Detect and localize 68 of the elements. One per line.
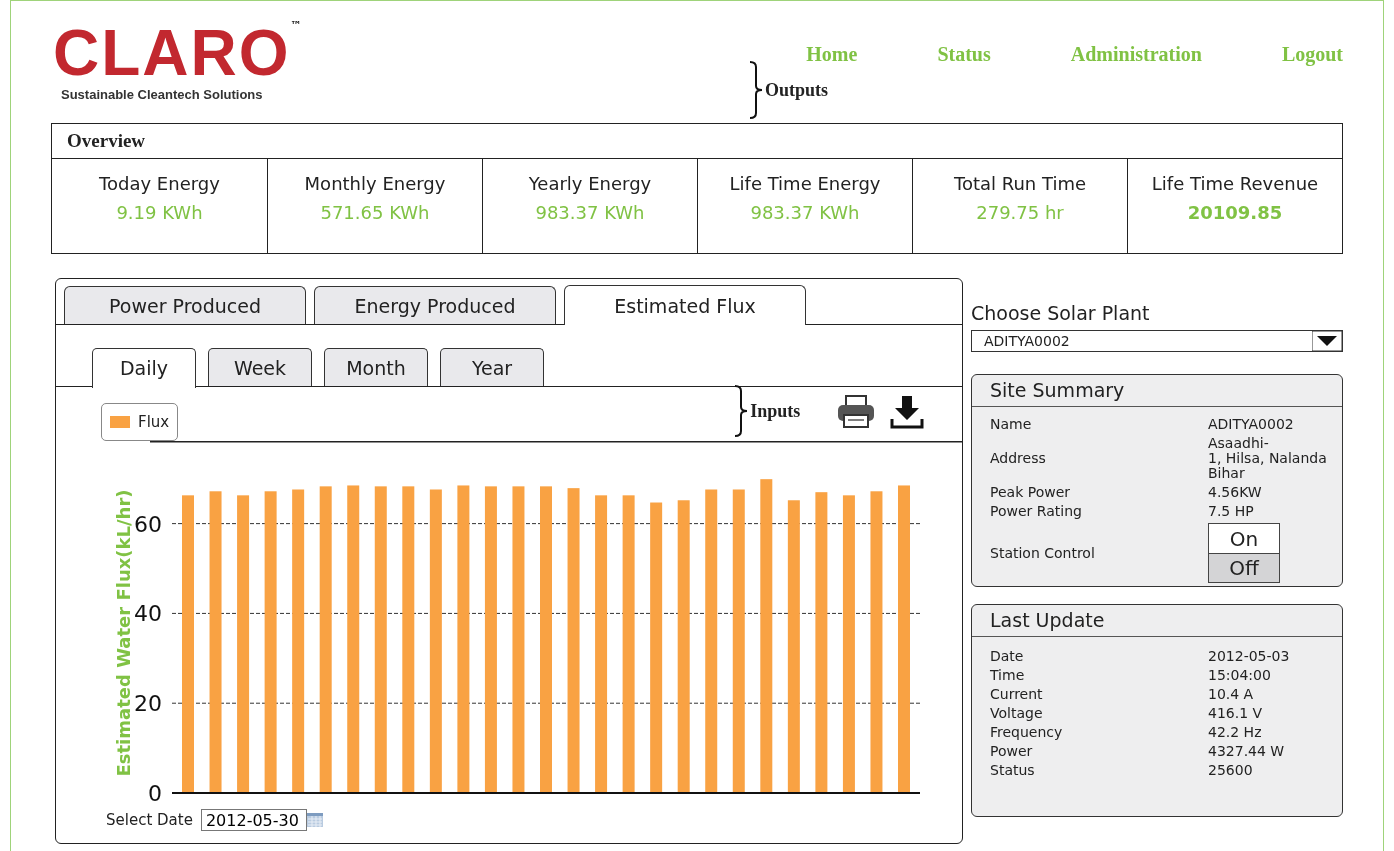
field-label: Status [990, 763, 1036, 778]
field-value: 10.4 A [1208, 687, 1255, 702]
axis-title: Estimated Water Flux(kL/hr) [113, 489, 134, 777]
field-label: Power Rating [990, 504, 1083, 519]
metric-label: Monthly Energy [304, 173, 446, 194]
field-value: 25600 [1208, 763, 1254, 778]
metric-label: Life Time Revenue [1151, 173, 1319, 194]
metric-value: 279.75 hr [976, 202, 1064, 223]
period-tab[interactable]: Daily [92, 347, 196, 388]
metric-value: 571.65 KWh [320, 202, 430, 223]
metric-label: Yearly Energy [528, 173, 652, 194]
date-field[interactable]: 2012-05-30 [200, 809, 307, 831]
annotation-text: Outputs [765, 79, 829, 101]
brace-icon [734, 385, 749, 437]
brace-icon [749, 61, 763, 119]
tick-label: 0 [148, 781, 162, 806]
metric-value: 20109.85 [1187, 202, 1283, 223]
tick-label: 20 [134, 691, 162, 717]
period-tab[interactable]: Year [440, 348, 544, 386]
card-title: Last Update [972, 605, 1342, 637]
logo-wordmark: CLARO [53, 23, 291, 83]
trademark-sign: ™ [290, 19, 302, 32]
legend-swatch [110, 416, 130, 428]
chart-tab[interactable]: Power Produced [64, 286, 306, 324]
plant-label: Choose Solar Plant [971, 302, 1151, 324]
metric-value: 983.37 KWh [750, 202, 860, 223]
chart-tab[interactable]: Estimated Flux [564, 285, 806, 325]
field-label: Frequency [990, 725, 1064, 740]
control-option[interactable]: On [1209, 524, 1279, 553]
download-icon[interactable] [890, 395, 925, 429]
field-label: Station Control [990, 545, 1096, 561]
field-label: Peak Power [990, 485, 1072, 500]
field-label: Date [990, 649, 1025, 664]
field-value: ADITYA0002 [1208, 417, 1295, 432]
date-label: Select Date [106, 811, 193, 829]
overview-title: Overview [52, 124, 1342, 159]
metric-label: Total Run Time [953, 173, 1086, 194]
field-label: Voltage [990, 706, 1044, 721]
field-value: 42.2 Hz [1208, 725, 1263, 740]
metric-value: 983.37 KWh [535, 202, 645, 223]
field-value: 4.56KW [1208, 485, 1263, 500]
annotation-text: Inputs [750, 400, 801, 422]
field-value: 15:04:00 [1208, 668, 1272, 683]
field-label: Power [990, 744, 1034, 759]
metric-label: Life Time Energy [729, 173, 881, 194]
field-label: Address [990, 451, 1047, 466]
chart-tab[interactable]: Energy Produced [314, 286, 556, 324]
legend-label: Flux [138, 413, 170, 431]
period-tab[interactable]: Month [324, 348, 428, 386]
control-option[interactable]: Off [1209, 553, 1279, 582]
field-value: Asaadhi- 1, Hilsa, Nalanda Bihar [1208, 436, 1328, 481]
field-value: 416.1 V [1208, 706, 1264, 721]
metric-label: Today Energy [99, 173, 220, 194]
field-label: Time [990, 668, 1026, 683]
print-icon[interactable] [836, 395, 877, 429]
field-label: Name [990, 417, 1033, 432]
field-value: 2012-05-03 [1208, 649, 1291, 664]
card-title: Site Summary [972, 375, 1342, 407]
period-tab[interactable]: Week [208, 348, 312, 386]
tick-label: 60 [134, 511, 162, 537]
dropdown-icon [1312, 331, 1342, 351]
field-value: 7.5 HP [1208, 504, 1255, 519]
metric-value: 9.19 KWh [116, 202, 203, 223]
logo-tagline: Sustainable Cleantech Solutions [61, 87, 264, 102]
plant-select[interactable]: ADITYA0002 [971, 330, 1343, 352]
field-label: Current [990, 687, 1044, 702]
field-value: 4327.44 W [1208, 744, 1286, 759]
tick-label: 40 [134, 601, 162, 627]
